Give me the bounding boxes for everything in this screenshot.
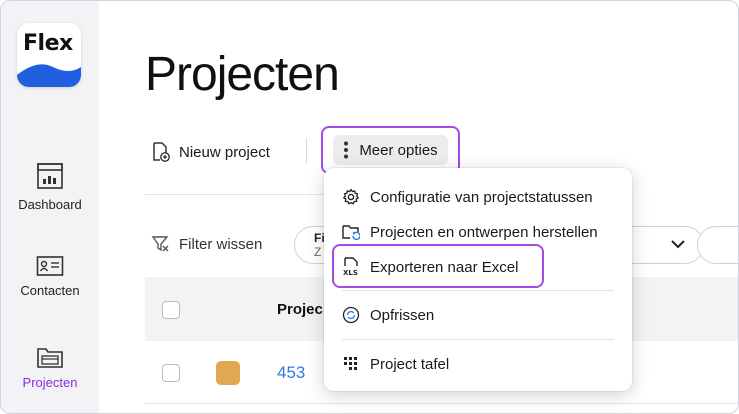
dashboard-icon xyxy=(37,163,63,189)
new-document-icon xyxy=(153,142,170,162)
more-options-label: Meer opties xyxy=(359,141,438,159)
row-divider xyxy=(145,403,738,404)
folder-restore-icon xyxy=(342,223,360,241)
filter-field-value: Z xyxy=(314,245,322,259)
menu-item-restore-projects[interactable]: Projecten en ontwerpen herstellen xyxy=(324,215,632,249)
refresh-icon xyxy=(342,306,360,324)
select-all-checkbox[interactable] xyxy=(162,301,180,319)
more-options-inner: Meer opties xyxy=(333,135,448,165)
page-title: Projecten xyxy=(145,48,340,101)
menu-separator xyxy=(342,339,614,340)
menu-item-refresh[interactable]: Opfrissen xyxy=(324,298,632,332)
app-logo[interactable]: Flex xyxy=(17,23,81,87)
project-color-swatch xyxy=(216,361,240,385)
menu-item-configure-statuses[interactable]: Configuratie van projectstatussen xyxy=(324,180,632,214)
more-options-menu: Configuratie van projectstatussen Projec… xyxy=(324,168,632,391)
chevron-down-icon xyxy=(671,240,685,249)
grid-icon xyxy=(342,355,360,373)
toolbar-separator xyxy=(145,194,325,195)
menu-item-project-table[interactable]: Project tafel xyxy=(324,347,632,381)
sidebar-item-projecten[interactable]: Projecten xyxy=(1,345,99,390)
menu-item-export-excel[interactable]: XLS Exporteren naar Excel xyxy=(324,250,632,284)
menu-item-label: Exporteren naar Excel xyxy=(370,258,519,276)
logo-wave-icon xyxy=(17,64,81,87)
sidebar: Flex Dashboard Contacten Projecten xyxy=(1,1,99,413)
new-project-label: Nieuw project xyxy=(179,143,270,161)
clear-filter-button[interactable]: Filter wissen xyxy=(151,234,262,254)
svg-text:XLS: XLS xyxy=(343,269,358,277)
app-window: Flex Dashboard Contacten Projecten Proje… xyxy=(0,0,739,414)
sidebar-item-contacten[interactable]: Contacten xyxy=(1,255,99,298)
menu-item-label: Opfrissen xyxy=(370,306,435,324)
more-options-button[interactable]: Meer opties xyxy=(321,126,460,174)
menu-item-label: Configuratie van projectstatussen xyxy=(370,188,593,206)
filter-select-2[interactable] xyxy=(697,226,738,264)
xls-file-icon: XLS xyxy=(342,257,360,277)
new-project-button[interactable]: Nieuw project xyxy=(151,141,270,163)
menu-item-label: Projecten en ontwerpen herstellen xyxy=(370,223,598,241)
filter-clear-icon xyxy=(151,236,169,252)
vertical-dots-icon xyxy=(344,141,349,159)
toolbar-divider xyxy=(306,138,307,164)
sidebar-item-dashboard[interactable]: Dashboard xyxy=(1,161,99,212)
contact-card-icon xyxy=(36,256,64,276)
sidebar-item-label: Projecten xyxy=(22,375,78,390)
gear-icon xyxy=(342,188,360,206)
row-checkbox[interactable] xyxy=(162,364,180,382)
sidebar-item-label: Contacten xyxy=(20,283,80,298)
menu-item-label: Project tafel xyxy=(370,355,450,373)
clear-filter-label: Filter wissen xyxy=(179,235,263,253)
column-header-project[interactable]: Projec xyxy=(277,301,323,318)
project-id-link[interactable]: 453 xyxy=(277,363,305,383)
sidebar-item-label: Dashboard xyxy=(18,197,82,212)
folder-icon xyxy=(37,348,63,368)
menu-separator xyxy=(342,290,614,291)
